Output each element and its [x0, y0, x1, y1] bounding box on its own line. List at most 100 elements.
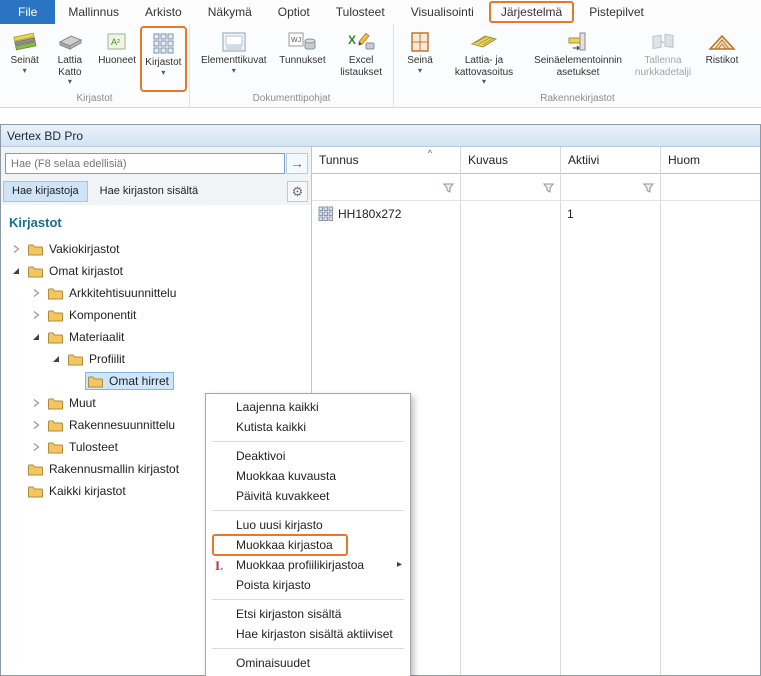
filter-cell-tunnus[interactable]: [312, 174, 460, 201]
search-go-button[interactable]: →: [286, 153, 308, 174]
save-corner-detail-icon: [649, 28, 677, 55]
chevron-right-icon[interactable]: [31, 420, 45, 430]
menu-item-paivita-kuvakkeet[interactable]: Päivitä kuvakkeet: [206, 486, 410, 506]
tab-file[interactable]: File: [0, 0, 56, 24]
chevron-right-icon[interactable]: [31, 288, 45, 298]
tab-nakyma[interactable]: Näkymä: [195, 0, 265, 24]
tab-hae-kirjastoja[interactable]: Hae kirjastoja: [3, 181, 88, 202]
svg-text:WJ: WJ: [291, 37, 301, 44]
menu-item-luo-uusi-kirjasto[interactable]: Luo uusi kirjasto: [206, 515, 410, 535]
seina-button[interactable]: Seinä ▾: [398, 26, 442, 92]
libraries-grid-icon: [150, 30, 176, 57]
search-input[interactable]: [5, 153, 285, 174]
tree-item-label: Komponentit: [69, 308, 137, 322]
tab-visualisointi[interactable]: Visualisointi: [398, 0, 487, 24]
lattia-ja-kattovasoitus-button[interactable]: Lattia- ja kattovasoitus ▾: [442, 26, 526, 92]
folder-icon: [48, 332, 63, 343]
filter-cell-kuvaus[interactable]: [461, 174, 560, 201]
filter-funnel-icon[interactable]: [443, 181, 454, 199]
roof-truss-icon: [707, 28, 737, 55]
excel-listaukset-button[interactable]: X Excel listaukset: [331, 26, 391, 92]
menu-item-muokkaa-kirjastoa[interactable]: Muokkaa kirjastoa: [206, 535, 410, 555]
chevron-expanded-icon[interactable]: [11, 266, 25, 276]
gear-icon: ⚙: [291, 184, 304, 199]
tallenna-nurkkadetalji-button[interactable]: Tallenna nurkkadetalji: [630, 26, 696, 92]
tree-context-menu: Laajenna kaikki Kutista kaikki Deaktivoi…: [205, 393, 411, 676]
tab-optiot[interactable]: Optiot: [265, 0, 323, 24]
column-header-huom[interactable]: Huom: [661, 147, 760, 174]
tab-arkisto[interactable]: Arkisto: [132, 0, 195, 24]
filter-funnel-icon[interactable]: [643, 181, 654, 199]
menu-item-poista-kirjasto[interactable]: Poista kirjasto: [206, 575, 410, 595]
tree-item-profiilit[interactable]: Profiilit: [1, 348, 311, 370]
sort-asc-icon: ^: [427, 148, 432, 158]
tree-item-komponentit[interactable]: Komponentit: [1, 304, 311, 326]
settings-button[interactable]: ⚙: [287, 181, 308, 202]
column-header-aktiivi[interactable]: Aktiivi: [561, 147, 660, 174]
lattia-katto-button[interactable]: Lattia Katto ▾: [45, 26, 94, 92]
menu-item-etsi-kirjaston-sisalta[interactable]: Etsi kirjaston sisältä: [206, 604, 410, 624]
wall-elementation-icon: [565, 28, 591, 55]
chevron-right-icon[interactable]: [31, 310, 45, 320]
window-frame-icon: [407, 28, 433, 55]
ribbon: Seinät ▾ Lattia Katto ▾ A² Huoneet Kirja…: [0, 24, 761, 108]
cell-aktiivi[interactable]: 1: [561, 201, 660, 227]
tab-pistepilvet[interactable]: Pistepilvet: [576, 0, 657, 24]
cell-kuvaus[interactable]: [461, 201, 560, 227]
tree-item-omat-hirret[interactable]: Omat hirret: [1, 370, 311, 392]
chevron-expanded-icon[interactable]: [51, 354, 65, 364]
menu-item-kutista-kaikki[interactable]: Kutista kaikki: [206, 417, 410, 437]
seinaelementoinnin-asetukset-button[interactable]: Seinäelementoinnin asetukset: [526, 26, 630, 92]
filter-cell-huom[interactable]: [661, 174, 760, 201]
tree-item-label: Rakennesuunnittelu: [69, 418, 176, 432]
floor-roof-icon: [57, 28, 83, 55]
go-arrow-icon: →: [290, 155, 304, 171]
chevron-expanded-icon[interactable]: [31, 332, 45, 342]
menu-item-deaktivoi[interactable]: Deaktivoi: [206, 446, 410, 466]
tab-tulosteet[interactable]: Tulosteet: [323, 0, 398, 24]
group-label-kirjastot: Kirjastot: [76, 93, 113, 104]
svg-text:A²: A²: [111, 37, 120, 47]
column-kuvaus: Kuvaus: [461, 147, 561, 675]
column-header-tunnus[interactable]: Tunnus ^: [312, 147, 460, 174]
chevron-right-icon[interactable]: [11, 244, 25, 254]
kirjastot-button[interactable]: Kirjastot ▾: [139, 26, 187, 92]
tab-hae-kirjaston-sisalta[interactable]: Hae kirjaston sisältä: [92, 181, 206, 202]
seinat-button[interactable]: Seinät ▾: [4, 26, 45, 92]
kirjastot-label: Kirjastot: [145, 57, 182, 68]
dropdown-icon: ▾: [67, 77, 72, 86]
tunnukset-label: Tunnukset: [279, 55, 326, 66]
column-header-kuvaus[interactable]: Kuvaus: [461, 147, 560, 174]
chevron-right-icon[interactable]: [31, 398, 45, 408]
chevron-right-icon[interactable]: [31, 442, 45, 452]
elementtikuvat-button[interactable]: Elementtikuvat ▾: [194, 26, 274, 92]
element-drawings-icon: [220, 28, 248, 55]
tree-item-materiaalit[interactable]: Materiaalit: [1, 326, 311, 348]
submenu-arrow-icon: ▸: [396, 559, 402, 570]
menu-item-hae-kirjaston-sisalta-aktiiviset[interactable]: Hae kirjaston sisältä aktiiviset: [206, 624, 410, 644]
library-item-icon: [318, 206, 333, 221]
filter-funnel-icon[interactable]: [543, 181, 554, 199]
menu-item-laajenna-kaikki[interactable]: Laajenna kaikki: [206, 397, 410, 417]
menu-item-ominaisuudet[interactable]: Ominaisuudet: [206, 653, 410, 673]
tree-item-arkkitehtisuunnittelu[interactable]: Arkkitehtisuunnittelu: [1, 282, 311, 304]
folder-icon: [28, 244, 43, 255]
tunnukset-button[interactable]: WJ Tunnukset: [274, 26, 332, 92]
menu-separator: [212, 599, 404, 600]
menu-item-muokkaa-kuvausta[interactable]: Muokkaa kuvausta: [206, 466, 410, 486]
huoneet-button[interactable]: A² Huoneet: [94, 26, 139, 92]
lattia-ja-kattovasoitus-label: Lattia- ja kattovasoitus: [454, 55, 514, 78]
menu-item-muokkaa-profiilikirjastoa[interactable]: I* Muokkaa profiilikirjastoa ▸: [206, 555, 410, 575]
tree-item-vakiokirjastot[interactable]: Vakiokirjastot: [1, 238, 311, 260]
tree-item-omat-kirjastot[interactable]: Omat kirjastot: [1, 260, 311, 282]
tree-item-label: Profiilit: [89, 352, 126, 366]
selected-tree-node[interactable]: Omat hirret: [85, 372, 175, 390]
tab-jarjestelma[interactable]: Järjestelmä: [488, 1, 575, 23]
tree-item-label: Omat hirret: [109, 374, 170, 388]
tab-mallinnus[interactable]: Mallinnus: [55, 0, 132, 24]
cell-huom[interactable]: [661, 201, 760, 227]
ristikot-button[interactable]: Ristikot: [696, 26, 748, 92]
filter-cell-aktiivi[interactable]: [561, 174, 660, 201]
menu-separator: [212, 441, 404, 442]
cell-tunnus[interactable]: HH180x272: [312, 201, 460, 227]
